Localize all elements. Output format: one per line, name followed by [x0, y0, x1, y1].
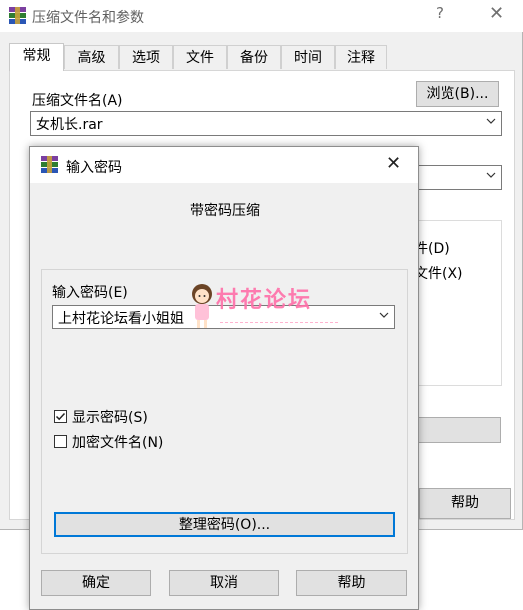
archive-name-combo[interactable]: 女机长.rar	[30, 111, 502, 136]
window-title: 压缩文件名和参数	[32, 10, 144, 26]
tab-general[interactable]: 常规	[9, 43, 64, 71]
set-password-button[interactable]	[412, 417, 501, 443]
option-partial-2[interactable]: 文件(X)	[414, 263, 463, 283]
cancel-button[interactable]: 取消	[169, 570, 279, 596]
ok-button[interactable]: 确定	[41, 570, 151, 596]
help-button[interactable]: 帮助	[419, 488, 511, 519]
tab-advanced[interactable]: 高级	[64, 45, 119, 69]
title-bar: 压缩文件名和参数 ? ✕	[0, 0, 523, 32]
winrar-icon	[9, 7, 26, 24]
format-combo[interactable]	[412, 165, 502, 190]
tab-comment[interactable]: 注释	[335, 45, 387, 69]
tab-time[interactable]: 时间	[281, 45, 335, 69]
password-label: 输入密码(E)	[52, 285, 128, 301]
option-partial-1[interactable]: 件(D)	[414, 238, 450, 258]
checkmark-icon	[55, 412, 66, 421]
chevron-down-icon[interactable]	[485, 115, 497, 130]
help-icon[interactable]: ?	[436, 4, 444, 22]
tab-options[interactable]: 选项	[119, 45, 173, 69]
chevron-down-icon[interactable]	[485, 169, 497, 184]
winrar-icon	[41, 156, 58, 173]
browse-button[interactable]: 浏览(B)...	[416, 81, 499, 107]
tab-files[interactable]: 文件	[173, 45, 227, 69]
chevron-down-icon[interactable]	[378, 309, 390, 324]
close-icon[interactable]: ✕	[489, 3, 504, 24]
encrypt-filenames-label[interactable]: 加密文件名(N)	[72, 432, 163, 452]
organize-passwords-button[interactable]: 整理密码(O)...	[54, 512, 395, 537]
password-dialog: 输入密码 ✕ 带密码压缩 输入密码(E) 上村花论坛看小姐姐 显示密码(S) 加…	[29, 146, 419, 610]
archive-name-label: 压缩文件名(A)	[32, 93, 123, 109]
password-value: 上村花论坛看小姐姐	[58, 311, 184, 327]
archive-name-value: 女机长.rar	[36, 117, 103, 133]
show-password-label[interactable]: 显示密码(S)	[72, 407, 148, 427]
show-password-checkbox[interactable]	[54, 410, 67, 423]
dialog-heading: 带密码压缩	[190, 203, 260, 219]
watermark-text: 村花论坛	[216, 288, 313, 313]
close-icon[interactable]: ✕	[386, 153, 401, 174]
encrypt-filenames-checkbox[interactable]	[54, 435, 67, 448]
tab-backup[interactable]: 备份	[227, 45, 281, 69]
watermark-underline	[220, 322, 338, 323]
help-button[interactable]: 帮助	[296, 570, 407, 596]
dialog-title: 输入密码	[66, 160, 122, 176]
dialog-title-bar: 输入密码 ✕	[30, 147, 418, 183]
